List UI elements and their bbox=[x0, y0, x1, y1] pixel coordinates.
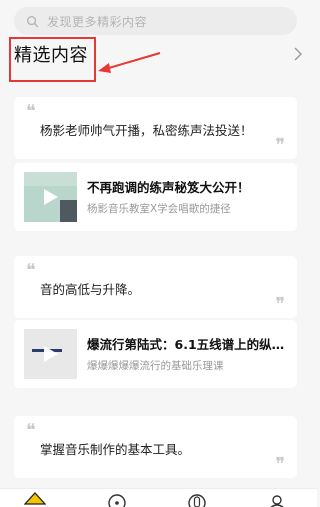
search-icon bbox=[26, 15, 39, 27]
chevron-right-icon[interactable] bbox=[293, 46, 303, 62]
course-thumbnail bbox=[24, 172, 77, 222]
close-quote-icon: ❞ bbox=[275, 454, 285, 475]
course-subtitle: 爆爆爆爆爆流行的基础乐理课 bbox=[87, 360, 224, 372]
quote-text: 音的高低与升降。 bbox=[40, 282, 141, 297]
course-card[interactable]: 不再跑调的练声秘笈大公开！ 杨影音乐教室X学会唱歌的捷径 bbox=[14, 163, 297, 231]
course-title: 不再跑调的练声秘笈大公开！ bbox=[87, 180, 250, 195]
close-quote-icon: ❞ bbox=[275, 135, 285, 156]
quote-text: 掌握音乐制作的基本工具。 bbox=[40, 442, 191, 457]
play-icon bbox=[44, 346, 58, 362]
search-bar[interactable]: 发现更多精彩内容 bbox=[14, 7, 297, 35]
quote-card[interactable]: ❝ 掌握音乐制作的基本工具。 ❞ bbox=[14, 416, 297, 478]
discover-icon[interactable] bbox=[106, 492, 128, 507]
profile-icon[interactable] bbox=[266, 492, 288, 507]
open-quote-icon: ❝ bbox=[26, 260, 36, 281]
search-placeholder: 发现更多精彩内容 bbox=[47, 14, 148, 29]
quote-card[interactable]: ❝ 杨影老师帅气开播，私密练声法投送！ ❞ bbox=[14, 97, 297, 159]
mic-icon[interactable] bbox=[186, 492, 208, 507]
course-thumbnail bbox=[24, 329, 77, 379]
course-card[interactable]: 爆流行第陆式：6.1五线谱上的纵… 爆爆爆爆爆流行的基础乐理课 bbox=[14, 320, 297, 388]
annotation-arrow bbox=[98, 52, 161, 73]
course-title: 爆流行第陆式：6.1五线谱上的纵… bbox=[87, 337, 285, 352]
play-icon bbox=[44, 189, 58, 205]
quote-text: 杨影老师帅气开播，私密练声法投送！ bbox=[40, 123, 253, 138]
annotation-highlight-box bbox=[9, 37, 96, 82]
bottom-tab-bar bbox=[0, 488, 317, 507]
course-subtitle: 杨影音乐教室X学会唱歌的捷径 bbox=[87, 203, 231, 215]
home-icon[interactable] bbox=[24, 492, 46, 507]
close-quote-icon: ❞ bbox=[275, 294, 285, 315]
quote-card[interactable]: ❝ 音的高低与升降。 ❞ bbox=[14, 256, 297, 318]
open-quote-icon: ❝ bbox=[26, 101, 36, 122]
open-quote-icon: ❝ bbox=[26, 420, 36, 441]
